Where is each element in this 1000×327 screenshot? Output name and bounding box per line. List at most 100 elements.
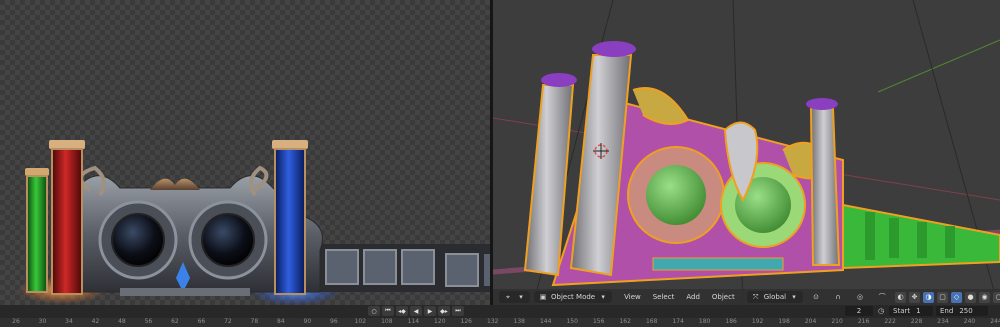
xray-icon: ▢	[939, 293, 946, 301]
ruler-tick-label: 240	[963, 318, 976, 325]
next-keyframe-button[interactable]: ◆▸	[438, 306, 450, 316]
ruler-tick-label: 222	[884, 318, 896, 325]
viewport-header: ⌖ ▾ ▣ Object Mode ▾ View Select Add Obje…	[493, 289, 1000, 305]
shading-wireframe-button[interactable]: ◇	[951, 291, 963, 303]
editor-type-button[interactable]: ⌖ ▾	[499, 291, 530, 303]
blender-window: ⌖ ▾ ▣ Object Mode ▾ View Select Add Obje…	[0, 0, 1000, 327]
chevron-down-icon: ▾	[792, 293, 796, 301]
falloff-icon: ⌒	[878, 293, 886, 301]
visibility-icon: ◐	[897, 293, 904, 301]
jump-start-icon: ⏮	[385, 307, 391, 314]
clock-icon[interactable]: ◷	[876, 306, 886, 316]
ruler-tick-label: 180	[698, 318, 711, 325]
ruler-tick-label: 162	[619, 318, 631, 325]
jump-end-icon: ⏭	[455, 307, 461, 314]
next-keyframe-icon: ◆▸	[440, 307, 448, 315]
ruler-tick-label: 84	[277, 318, 285, 325]
ruler-tick-label: 62	[171, 318, 179, 325]
play-reverse-button[interactable]: ◀	[410, 306, 422, 316]
ruler-tick-label: 126	[460, 318, 472, 325]
ruler-tick-label: 156	[592, 318, 605, 325]
menu-object[interactable]: Object	[708, 291, 739, 303]
orientation-label: Global	[763, 293, 787, 301]
frame-range-controls: 2 ◷ Start 1 End 250	[845, 306, 988, 316]
ruler-tick-label: 66	[197, 318, 206, 325]
ruler-tick-label: 204	[804, 318, 817, 325]
ruler-tick-label: 132	[487, 318, 499, 325]
wireframe-shading-icon: ◇	[953, 293, 960, 301]
record-icon: ○	[371, 307, 377, 315]
start-frame-field[interactable]: Start 1	[889, 306, 933, 316]
ruler-tick-label: 78	[250, 318, 259, 325]
magnet-icon: ∩	[835, 293, 841, 301]
shading-solid-button[interactable]: ●	[965, 291, 977, 303]
start-value: 1	[916, 307, 921, 315]
visibility-toggle[interactable]: ◐	[895, 291, 907, 303]
ruler-tick-label: 216	[857, 318, 870, 325]
play-icon: ▶	[427, 307, 433, 315]
xray-toggle[interactable]: ▢	[937, 291, 949, 303]
menu-add[interactable]: Add	[682, 291, 704, 303]
chevron-down-icon: ▾	[601, 293, 605, 301]
shading-material-button[interactable]: ◉	[979, 291, 991, 303]
prev-keyframe-button[interactable]: ◂◆	[396, 306, 408, 316]
end-label: End	[940, 307, 954, 315]
ruler-tick-label: 228	[910, 318, 923, 325]
ruler-tick-label: 30	[38, 318, 47, 325]
ruler-tick-label: 96	[330, 318, 338, 325]
jump-start-button[interactable]: ⏮	[382, 306, 394, 316]
ruler-tick-label: 192	[751, 318, 764, 325]
3d-viewport[interactable]	[493, 0, 1000, 305]
render-preview-viewport[interactable]	[0, 0, 490, 305]
ruler-tick-label: 42	[91, 318, 100, 325]
object-mode-icon: ▣	[539, 293, 547, 301]
menu-view[interactable]: View	[620, 291, 645, 303]
ruler-tick-label: 114	[407, 318, 420, 325]
gizmo-toggle[interactable]: ✥	[909, 291, 921, 303]
rendered-ui-frame-image	[17, 140, 490, 305]
mode-dropdown[interactable]: ▣ Object Mode ▾	[534, 291, 613, 303]
timeline-ruler[interactable]: 26 30 34 42 48 56 62 66 72 78 84 90 96 102 108 114 120 12…	[0, 318, 1000, 327]
scene-geometry	[493, 0, 1000, 305]
current-frame-field[interactable]: 2	[845, 306, 873, 316]
jump-end-button[interactable]: ⏭	[452, 306, 464, 316]
ruler-tick-label: 198	[778, 318, 790, 325]
ruler-tick-label: 168	[645, 318, 658, 325]
ruler-tick-label: 90	[303, 318, 312, 325]
proportional-falloff-button[interactable]: ⌒	[873, 291, 891, 303]
snap-toggle[interactable]: ∩	[829, 291, 847, 303]
prev-keyframe-icon: ◂◆	[398, 307, 406, 315]
timeline-header: ○ ⏮ ◂◆ ◀ ▶ ◆▸ ⏭ 2 ◷ Start 1 End 250	[0, 305, 1000, 318]
ruler-tick-label: 56	[144, 318, 153, 325]
ruler-tick-label: 108	[381, 318, 393, 325]
play-button[interactable]: ▶	[424, 306, 436, 316]
pivot-point-button[interactable]: ⊙	[807, 291, 825, 303]
ruler-tick-label: 186	[725, 318, 737, 325]
transform-orientation-dropdown[interactable]: ⤧ Global ▾	[746, 291, 804, 303]
ruler-tick-label: 26	[12, 318, 20, 325]
menu-select[interactable]: Select	[649, 291, 679, 303]
ruler-tick-label: 120	[434, 318, 446, 325]
overlay-toggle[interactable]: ◑	[923, 291, 935, 303]
orientation-icon: ⤧	[752, 292, 759, 301]
overlay-icon: ◑	[925, 293, 932, 301]
ruler-tick-label: 34	[65, 318, 73, 325]
viewport-editor-icon: ⌖	[506, 292, 510, 301]
solid-shading-icon: ●	[967, 293, 974, 301]
ruler-tick-label: 150	[566, 318, 578, 325]
ruler-tick-label: 48	[118, 318, 126, 325]
record-button[interactable]: ○	[368, 306, 380, 316]
ruler-tick-label: 138	[513, 318, 525, 325]
chevron-down-icon: ▾	[519, 293, 523, 301]
ruler-tick-label: 210	[831, 318, 843, 325]
playback-controls: ○ ⏮ ◂◆ ◀ ▶ ◆▸ ⏭	[368, 306, 464, 316]
gizmo-icon: ✥	[911, 293, 918, 301]
end-value: 250	[959, 307, 973, 315]
proportional-edit-icon: ◎	[857, 293, 864, 301]
ruler-tick-label: 234	[937, 318, 949, 325]
proportional-edit-toggle[interactable]: ◎	[851, 291, 869, 303]
material-shading-icon: ◉	[981, 293, 988, 301]
shading-rendered-button[interactable]: ○	[993, 291, 1000, 303]
end-frame-field[interactable]: End 250	[936, 306, 988, 316]
start-label: Start	[893, 307, 911, 315]
